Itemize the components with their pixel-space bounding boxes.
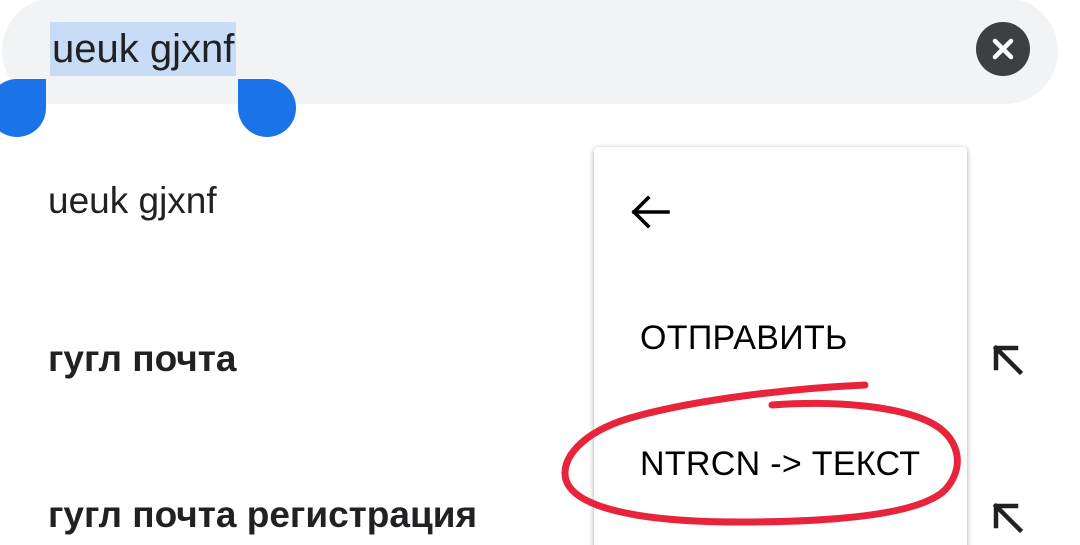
menu-item-text-conversion[interactable]: NTRCN -> ТЕКСТ [640,445,920,484]
arrow-up-left-icon[interactable] [986,496,1030,540]
menu-item-send[interactable]: ОТПРАВИТЬ [640,319,848,358]
clear-button[interactable] [976,22,1030,76]
close-icon [992,38,1014,60]
suggestion-item[interactable]: гугл почта [48,338,236,380]
suggestion-item[interactable]: гугл почта регистрация [48,494,477,536]
screen: ueuk gjxnf ueuk gjxnf гугл почта гугл по… [0,0,1080,545]
selection-handle-end[interactable] [238,79,296,137]
search-bar[interactable]: ueuk gjxnf [2,0,1058,104]
arrow-up-left-icon[interactable] [986,338,1030,382]
search-input[interactable]: ueuk gjxnf [50,22,237,76]
context-menu: ОТПРАВИТЬ NTRCN -> ТЕКСТ [594,147,967,545]
suggestion-item[interactable]: ueuk gjxnf [48,180,217,222]
arrow-left-icon[interactable] [626,187,676,237]
selection-handle-start[interactable] [0,79,46,137]
